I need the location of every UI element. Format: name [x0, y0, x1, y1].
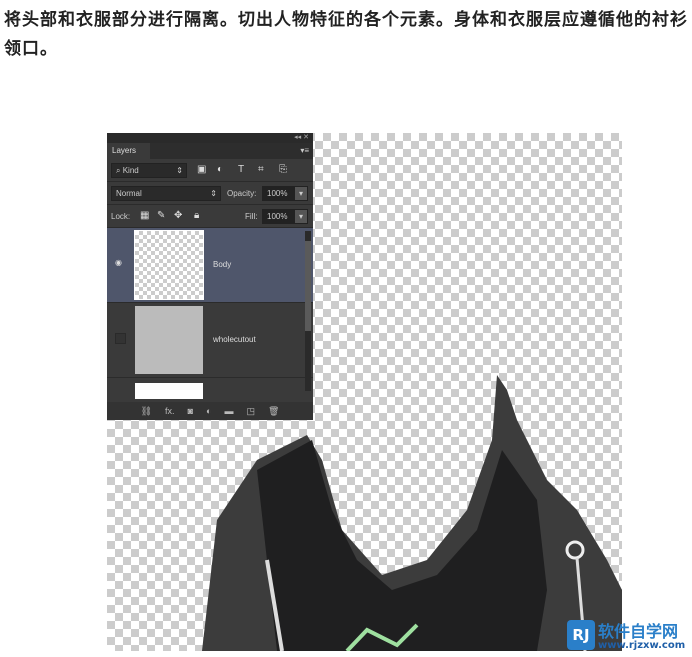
- layer-thumbnail: [135, 306, 203, 374]
- lock-move-icon[interactable]: ✥: [174, 210, 182, 221]
- visibility-toggle[interactable]: [115, 333, 126, 344]
- collapse-icon[interactable]: ◂◂: [294, 134, 301, 141]
- layer-thumbnail-partial: [135, 383, 203, 399]
- filter-kind-label: Kind: [122, 166, 139, 175]
- lock-transparency-icon[interactable]: ▦: [140, 210, 149, 221]
- layer-row-wholecutout[interactable]: wholecutout: [107, 303, 313, 378]
- layers-panel: ◂◂ ✕ Layers ▾≡ ⌕ Kind ⇕ ▣ ◐ T ⌗ ⎘ Normal ⇕…: [107, 133, 313, 420]
- opacity-input[interactable]: 100%: [262, 186, 294, 201]
- close-icon[interactable]: ✕: [303, 134, 309, 141]
- fill-dropdown[interactable]: ▾: [294, 209, 308, 224]
- fill-label: Fill:: [245, 212, 258, 221]
- adjustment-filter-icon[interactable]: ◐: [217, 164, 223, 175]
- mask-icon[interactable]: ◙: [188, 406, 193, 416]
- caption-text: 将头部和衣服部分进行隔离。切出人物特征的各个元素。身体和衣服层应遵循他的衬衫领口…: [4, 10, 688, 59]
- link-icon[interactable]: ⛓: [141, 406, 152, 417]
- smart-object-filter-icon[interactable]: ⎘: [279, 164, 287, 175]
- lock-brush-icon[interactable]: ✎: [157, 210, 165, 221]
- watermark-logo: RJ: [567, 620, 595, 650]
- shape-filter-icon[interactable]: ⌗: [258, 164, 264, 175]
- layer-thumbnail: [134, 230, 204, 300]
- panel-menu-icon[interactable]: ▾≡: [300, 146, 309, 155]
- opacity-dropdown[interactable]: ▾: [294, 186, 308, 201]
- scrollbar[interactable]: [305, 231, 311, 391]
- watermark: RJ 软件自学网 www.rjzxw.com: [567, 618, 689, 654]
- fill-input[interactable]: 100%: [262, 209, 294, 224]
- tab-layers[interactable]: Layers: [107, 143, 150, 159]
- layer-row-body[interactable]: ◉ Body: [107, 228, 313, 303]
- lock-all-icon[interactable]: 🔒︎: [194, 210, 199, 221]
- watermark-url: www.rjzxw.com: [598, 640, 686, 651]
- blend-mode-value: Normal: [116, 189, 142, 198]
- lock-label: Lock:: [111, 212, 131, 221]
- fx-icon[interactable]: fx.: [165, 406, 175, 416]
- watermark-brand: 软件自学网: [598, 622, 679, 641]
- adjustment-icon[interactable]: ◐: [206, 406, 211, 416]
- new-layer-icon[interactable]: ◳: [246, 406, 255, 417]
- type-filter-icon[interactable]: T: [238, 164, 244, 175]
- trash-icon[interactable]: 🗑︎: [268, 406, 279, 417]
- pixel-filter-icon[interactable]: ▣: [197, 164, 206, 175]
- folder-icon[interactable]: ▬: [224, 406, 233, 416]
- eye-icon[interactable]: ◉: [115, 258, 122, 267]
- blend-mode-select[interactable]: Normal ⇕: [111, 186, 221, 201]
- filter-kind-select[interactable]: ⌕ Kind ⇕: [111, 163, 187, 178]
- layer-name[interactable]: Body: [213, 260, 231, 269]
- layer-name[interactable]: wholecutout: [213, 335, 256, 344]
- opacity-label: Opacity:: [227, 189, 257, 198]
